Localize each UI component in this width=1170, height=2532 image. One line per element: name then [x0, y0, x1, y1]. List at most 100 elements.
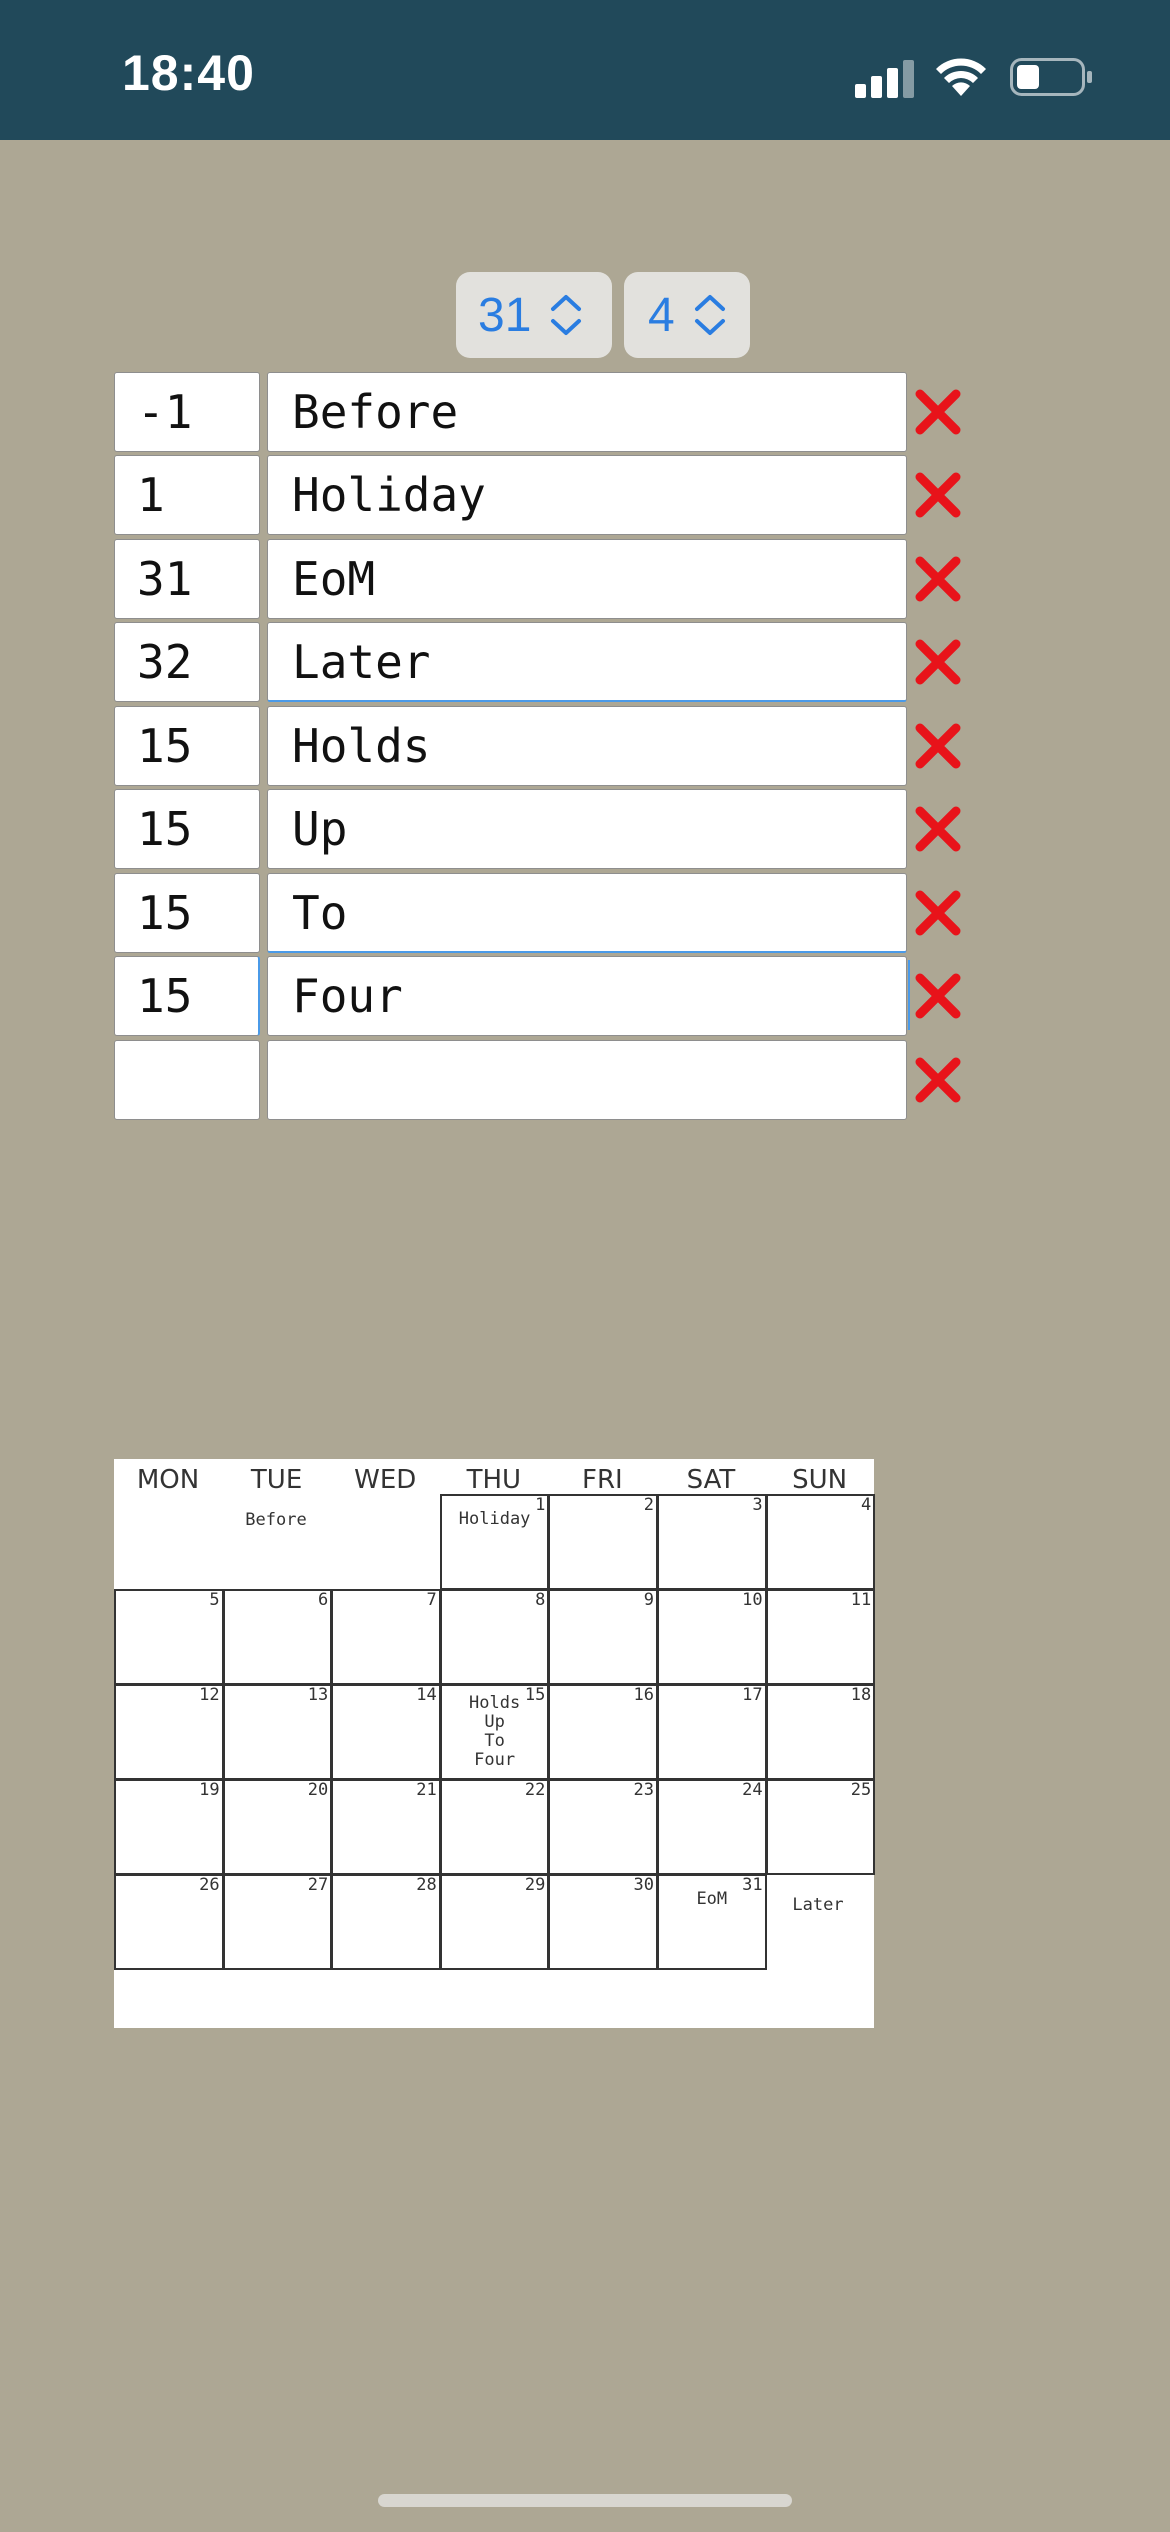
calendar-day-cell: 4: [765, 1494, 876, 1590]
event-label-field[interactable]: Before: [267, 372, 907, 452]
day-event-label: Holds: [469, 1693, 521, 1713]
calendar-day-cell: 23: [548, 1779, 658, 1875]
day-number: 16: [633, 1685, 654, 1705]
calendar-day-cell: 16: [548, 1684, 658, 1780]
calendar-day-cell: 1 Holiday: [439, 1494, 550, 1590]
entry-row: 15 Holds: [114, 706, 974, 786]
calendar-day-cell: 15 Holds Up To Four: [439, 1684, 550, 1780]
entry-row: 15 To: [114, 873, 974, 953]
day-number: 14: [416, 1685, 437, 1705]
calendar-day-cell: 22: [439, 1779, 550, 1875]
delete-icon[interactable]: [912, 1054, 964, 1106]
chevron-up-down-icon: [551, 295, 582, 335]
day-number: 25: [850, 1780, 872, 1800]
battery-icon: [1010, 58, 1092, 96]
entry-row: 1 Holiday: [114, 455, 974, 535]
day-number-field[interactable]: 15: [114, 706, 260, 786]
weekday-header: THU: [466, 1465, 522, 1495]
day-number: 7: [426, 1590, 437, 1610]
calendar-day-cell: 7: [331, 1589, 441, 1685]
day-event-label: Up: [484, 1712, 505, 1732]
day-number: 17: [742, 1685, 763, 1705]
calendar-day-cell: 20: [222, 1779, 333, 1875]
status-time: 18:40: [122, 45, 255, 101]
calendar-day-cell: 3: [657, 1494, 767, 1590]
day-number: 22: [524, 1780, 546, 1800]
day-number-field[interactable]: 32: [114, 622, 260, 702]
day-event-label: Four: [474, 1750, 516, 1770]
month-days-stepper[interactable]: 31: [456, 272, 612, 358]
delete-icon[interactable]: [912, 803, 964, 855]
day-number-field[interactable]: [114, 1040, 260, 1120]
cellular-signal-icon: [855, 58, 915, 98]
day-number-field[interactable]: 15: [114, 956, 260, 1036]
weekday-header: WED: [354, 1465, 417, 1495]
day-event-label: EoM: [696, 1889, 728, 1909]
weekday-header: MON: [136, 1465, 200, 1495]
calendar-day-cell: 18: [765, 1684, 876, 1780]
event-label-field[interactable]: Up: [267, 789, 907, 869]
day-number: 9: [643, 1590, 654, 1610]
day-number: 2: [643, 1495, 654, 1515]
day-number-field[interactable]: 1: [114, 455, 260, 535]
day-number: 19: [199, 1780, 220, 1800]
day-event-label: Holiday: [458, 1509, 531, 1529]
calendar-day-cell: 17: [657, 1684, 767, 1780]
day-number: 13: [307, 1685, 329, 1705]
day-number: 10: [742, 1590, 763, 1610]
weekday-header: TUE: [250, 1465, 303, 1495]
calendar-day-cell: 26: [114, 1874, 224, 1970]
home-indicator: [378, 2494, 792, 2507]
day-number: 26: [199, 1875, 220, 1895]
calendar-day-cell: 31 EoM: [657, 1874, 767, 1970]
event-label-field[interactable]: [267, 1040, 907, 1120]
day-number: 5: [209, 1590, 220, 1610]
weekday-header: SUN: [792, 1465, 848, 1495]
event-label-field[interactable]: To: [267, 873, 907, 953]
event-label-field[interactable]: Later: [267, 622, 907, 702]
first-weekday-value: 4: [648, 288, 675, 342]
day-number-field[interactable]: -1: [114, 372, 260, 452]
calendar-day-cell: 27: [222, 1874, 333, 1970]
event-label-field[interactable]: Four: [267, 956, 907, 1036]
event-label-field[interactable]: Holds: [267, 706, 907, 786]
day-number: 23: [633, 1780, 654, 1800]
event-label-field[interactable]: Holiday: [267, 455, 907, 535]
calendar-day-cell: 14: [331, 1684, 441, 1780]
calendar-day-cell: 21: [331, 1779, 441, 1875]
delete-icon[interactable]: [912, 553, 964, 605]
delete-icon[interactable]: [912, 720, 964, 772]
calendar-grid: Before Later MON TUE WED THU FRI SAT SUN 1 Holid…: [114, 1459, 876, 2028]
delete-icon[interactable]: [912, 636, 964, 688]
day-number-field[interactable]: 31: [114, 539, 260, 619]
calendar-day-cell: 25: [765, 1779, 876, 1875]
entry-row: -1 Before: [114, 372, 974, 452]
day-number: 21: [416, 1780, 437, 1800]
entry-row: 32 Later: [114, 622, 974, 702]
calendar-day-cell: 2: [548, 1494, 658, 1590]
event-label-field[interactable]: EoM: [267, 539, 907, 619]
calendar-day-cell: 29: [439, 1874, 550, 1970]
after-event-label: Later: [792, 1895, 844, 1915]
weekday-header: FRI: [582, 1465, 623, 1495]
day-number-field[interactable]: 15: [114, 873, 260, 953]
calendar-day-cell: 5: [114, 1589, 224, 1685]
delete-icon[interactable]: [912, 469, 964, 521]
entry-row: [114, 1040, 974, 1120]
day-number: 8: [535, 1590, 546, 1610]
delete-icon[interactable]: [912, 970, 964, 1022]
delete-icon[interactable]: [912, 386, 964, 438]
day-number: 4: [860, 1495, 872, 1515]
delete-icon[interactable]: [912, 887, 964, 939]
day-number: 27: [307, 1875, 329, 1895]
weekday-header: SAT: [686, 1465, 736, 1495]
text-cursor: [908, 960, 910, 1030]
first-weekday-stepper[interactable]: 4: [624, 272, 750, 358]
day-number: 6: [317, 1590, 329, 1610]
day-number-field[interactable]: 15: [114, 789, 260, 869]
calendar-day-cell: 24: [657, 1779, 767, 1875]
day-number: 3: [752, 1495, 763, 1515]
day-number: 11: [850, 1590, 872, 1610]
calendar-day-cell: 13: [222, 1684, 333, 1780]
wifi-icon: [936, 58, 986, 96]
